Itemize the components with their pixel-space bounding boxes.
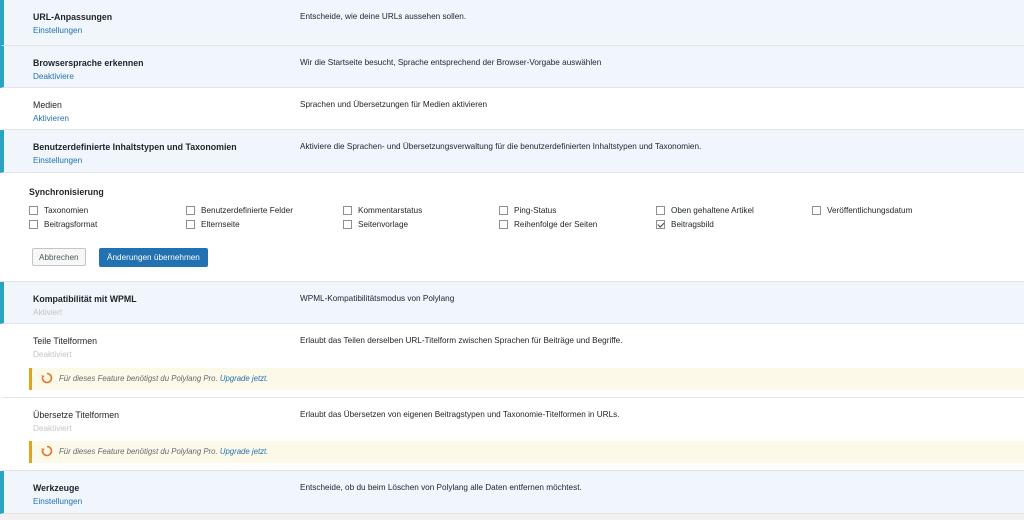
deactivate-link[interactable]: Deaktiviere [33,72,74,81]
status-text: Aktiviert [33,308,63,317]
module-name: Browsersprache erkennen [33,58,144,68]
pro-upgrade-notice: Für dieses Feature benötigst du Polylang… [29,441,1024,463]
status-text: Deaktiviert [33,424,72,433]
sync-title: Synchronisierung [29,187,104,197]
sync-option-post-format[interactable]: Beitragsformat [29,220,97,229]
checkbox-label: Veröffentlichungsdatum [827,206,913,215]
module-name: URL-Anpassungen [33,12,113,22]
module-url-modifications: URL-Anpassungen Einstellungen Entscheide… [0,0,1024,46]
module-name: Kompatibilität mit WPML [33,294,137,304]
checkbox-label: Benutzerdefinierte Felder [201,206,293,215]
module-description: WPML-Kompatibilitätsmodus von Polylang [300,294,455,303]
upgrade-link[interactable]: Upgrade jetzt. [220,447,269,456]
module-name: Teile Titelformen [33,336,98,346]
module-tools: Werkzeuge Einstellungen Entscheide, ob d… [0,471,1024,514]
module-custom-post-types: Benutzerdefinierte Inhaltstypen und Taxo… [0,130,1024,173]
save-changes-button[interactable]: Änderungen übernehmen [99,248,208,267]
settings-link[interactable]: Einstellungen [33,497,82,506]
checkbox[interactable] [29,206,38,215]
module-name: Übersetze Titelformen [33,410,120,420]
checkbox-label: Oben gehaltene Artikel [671,206,754,215]
sync-option-sticky-posts[interactable]: Oben gehaltene Artikel [656,206,754,215]
checkbox-label: Ping-Status [514,206,557,215]
checkbox-label: Seitenvorlage [358,220,409,229]
sync-option-custom-fields[interactable]: Benutzerdefinierte Felder [186,206,293,215]
module-description: Aktiviere die Sprachen- und Übersetzungs… [300,142,702,151]
module-name: Werkzeuge [33,483,80,493]
module-browser-language: Browsersprache erkennen Deaktiviere Wir … [0,46,1024,88]
settings-link[interactable]: Einstellungen [33,26,82,35]
checkbox-checked[interactable] [656,220,665,229]
sync-option-featured-image[interactable]: Beitragsbild [656,220,714,229]
refresh-icon [41,372,53,384]
refresh-icon [41,445,53,457]
sync-option-parent-page[interactable]: Elternseite [186,220,240,229]
sync-option-page-order[interactable]: Reihenfolge der Seiten [499,220,597,229]
module-description: Entscheide, wie deine URLs aussehen soll… [300,12,467,21]
sync-option-page-template[interactable]: Seitenvorlage [343,220,408,229]
module-description: Sprachen und Übersetzungen für Medien ak… [300,100,488,109]
status-text: Deaktiviert [33,350,72,359]
checkbox[interactable] [343,206,352,215]
checkbox[interactable] [343,220,352,229]
module-description: Wir die Startseite besucht, Sprache ents… [300,58,602,67]
activate-link[interactable]: Aktivieren [33,114,69,123]
sync-settings-panel: Synchronisierung Taxonomien Benutzerdefi… [0,173,1024,282]
checkbox-label: Taxonomien [44,206,89,215]
cancel-button[interactable]: Abbrechen [32,248,86,266]
module-description: Erlaubt das Teilen derselben URL-Titelfo… [300,336,623,345]
checkbox-label: Reihenfolge der Seiten [514,220,598,229]
checkbox[interactable] [186,206,195,215]
checkbox[interactable] [186,220,195,229]
sync-option-comment-status[interactable]: Kommentarstatus [343,206,422,215]
checkbox-label: Beitragsbild [671,220,714,229]
sync-option-taxonomies[interactable]: Taxonomien [29,206,88,215]
module-description: Erlaubt das Übersetzen von eigenen Beitr… [300,410,620,419]
pro-upgrade-notice: Für dieses Feature benötigst du Polylang… [29,368,1024,390]
module-name: Medien [33,100,62,110]
checkbox[interactable] [812,206,821,215]
sync-option-publish-date[interactable]: Veröffentlichungsdatum [812,206,912,215]
module-description: Entscheide, ob du beim Löschen von Polyl… [300,483,582,492]
checkbox[interactable] [499,206,508,215]
checkbox[interactable] [656,206,665,215]
notice-text: Für dieses Feature benötigst du Polylang… [59,447,269,456]
notice-text: Für dieses Feature benötigst du Polylang… [59,374,269,383]
checkbox[interactable] [29,220,38,229]
module-wpml-compat: Kompatibilität mit WPML Aktiviert WPML-K… [0,282,1024,324]
checkbox-label: Beitragsformat [44,220,98,229]
checkbox[interactable] [499,220,508,229]
upgrade-link[interactable]: Upgrade jetzt. [220,374,269,383]
module-media: Medien Aktivieren Sprachen und Übersetzu… [0,88,1024,130]
checkbox-label: Kommentarstatus [358,206,423,215]
checkbox-label: Elternseite [201,220,240,229]
module-name: Benutzerdefinierte Inhaltstypen und Taxo… [33,142,237,152]
settings-link[interactable]: Einstellungen [33,156,82,165]
sync-option-ping-status[interactable]: Ping-Status [499,206,556,215]
